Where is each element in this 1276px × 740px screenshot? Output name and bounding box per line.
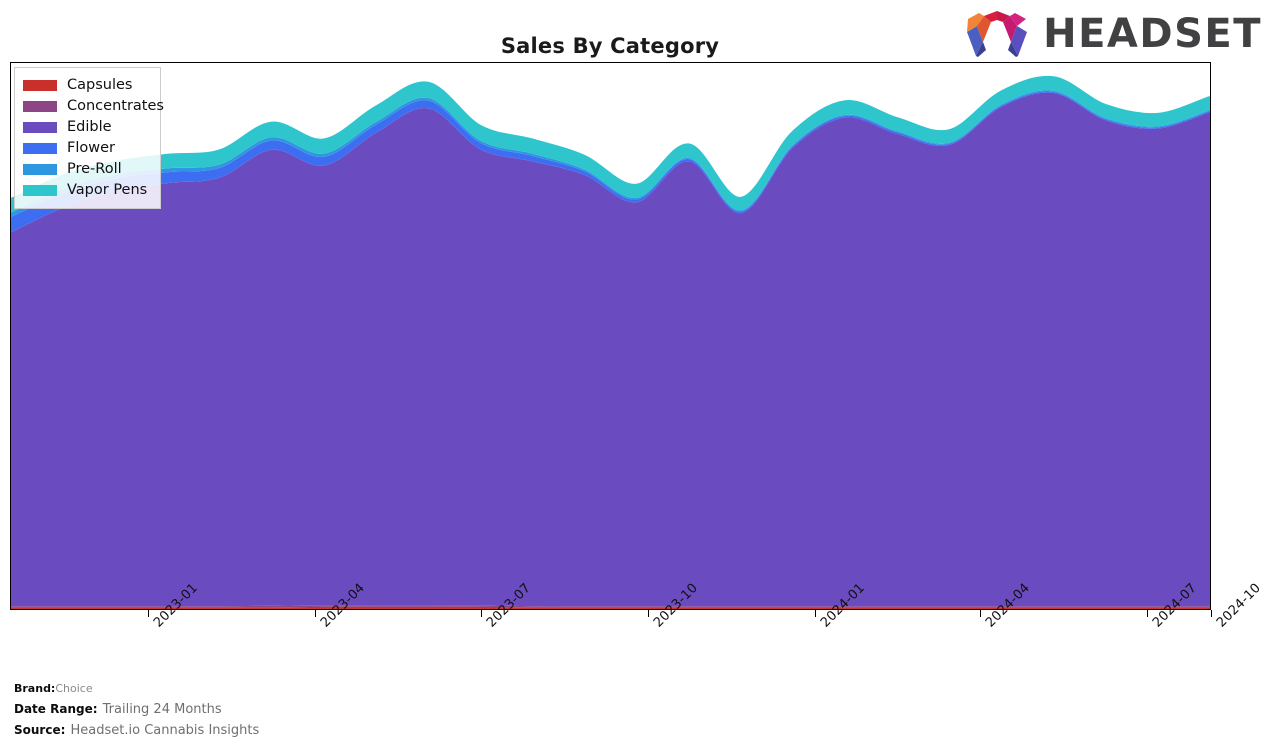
x-axis-tick	[1211, 610, 1212, 617]
x-axis-tick	[1147, 610, 1149, 617]
legend-label: Capsules	[67, 77, 133, 94]
legend-item[interactable]: Vapor Pens	[23, 180, 150, 201]
legend-swatch-concentrates	[23, 101, 57, 112]
legend-item[interactable]: Pre-Roll	[23, 159, 150, 180]
legend-item[interactable]: Capsules	[23, 75, 150, 96]
legend-label: Concentrates	[67, 98, 164, 115]
x-axis-tick	[980, 610, 982, 617]
footer-source-value: Headset.io Cannabis Insights	[70, 723, 260, 739]
legend-item[interactable]: Concentrates	[23, 96, 164, 117]
chart-plot-area	[10, 62, 1211, 610]
legend-item[interactable]: Edible	[23, 117, 150, 138]
headset-logo: HEADSET	[961, 10, 1262, 58]
footer-brand-value: Choice	[55, 682, 93, 695]
x-axis-tick	[814, 610, 816, 617]
chart-legend: Capsules Concentrates Edible Flower Pre-Roll…	[14, 67, 164, 209]
legend-swatch-edible	[23, 122, 57, 133]
x-axis-tick	[480, 610, 482, 617]
x-axis-label: 2024-10	[1214, 580, 1265, 631]
footer-brand: Brand:Choice	[14, 682, 259, 697]
x-axis: 2023-01 2023-04 2023-07 2023-10 2024-01 2024-…	[10, 581, 1264, 676]
logo-wordmark: HEADSET	[1043, 11, 1262, 57]
x-axis-tick	[647, 610, 649, 617]
footer-date-range: Date Range: Trailing 24 Months	[14, 697, 259, 719]
footer-source-key: Source:	[14, 723, 66, 738]
stacked-area-chart	[11, 75, 1210, 609]
legend-label: Vapor Pens	[67, 182, 148, 199]
x-axis-tick	[148, 610, 150, 617]
footer-brand-key: Brand:	[14, 682, 56, 695]
footer-date-range-value: Trailing 24 Months	[102, 701, 222, 717]
footer-date-range-key: Date Range:	[14, 701, 98, 716]
legend-swatch-capsules	[23, 80, 57, 91]
chart-footer: Brand:Choice Date Range: Trailing 24 Mon…	[14, 682, 259, 740]
legend-label: Edible	[67, 119, 112, 136]
legend-item[interactable]: Flower	[23, 138, 150, 159]
x-axis-tick	[315, 610, 317, 617]
chart-page: Sales By Category HEADSET Capsules Concen…	[0, 0, 1276, 738]
headset-arch-logo-icon	[967, 11, 1028, 57]
legend-label: Flower	[67, 140, 115, 157]
legend-label: Pre-Roll	[67, 161, 122, 178]
legend-swatch-pre-roll	[23, 164, 57, 175]
footer-source: Source: Headset.io Cannabis Insights	[14, 718, 259, 740]
legend-swatch-vapor-pens	[23, 185, 57, 196]
legend-swatch-flower	[23, 143, 57, 154]
